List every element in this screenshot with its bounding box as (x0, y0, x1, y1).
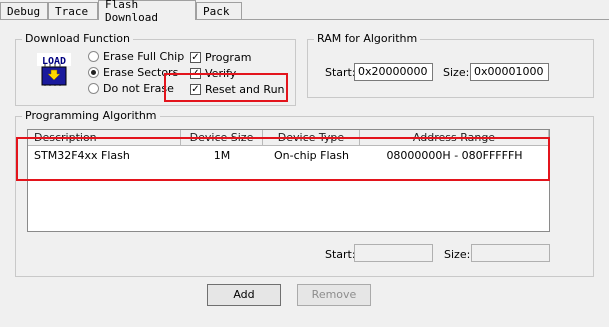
erase-full-chip-label: Erase Full Chip (103, 49, 185, 63)
radio-circle-sectors (88, 66, 99, 78)
ram-size-label: Size: (443, 66, 470, 79)
tab-flash-download-label: Flash Download (105, 0, 158, 24)
erase-full-chip-radio[interactable]: Erase Full Chip (88, 49, 184, 63)
tab-debug[interactable]: Debug (0, 2, 48, 19)
svg-text:LOAD: LOAD (42, 56, 66, 67)
algo-size-label: Size: (444, 248, 471, 261)
tab-trace-label: Trace (55, 4, 89, 18)
highlight-reset-and-run (164, 73, 288, 102)
radio-circle-no-erase (88, 82, 99, 94)
ram-size-input[interactable]: 0x00001000 (470, 63, 549, 81)
highlight-algorithm-row (16, 137, 550, 181)
radio-circle-full-chip (88, 50, 99, 62)
load-chip-icon: LOAD (37, 53, 71, 86)
remove-button[interactable]: Remove (297, 284, 371, 306)
do-not-erase-radio[interactable]: Do not Erase (88, 81, 174, 95)
tab-divider (0, 19, 609, 20)
ram-title: RAM for Algorithm (314, 32, 421, 46)
ram-start-label: Start: (325, 66, 356, 79)
program-check-icon: ✓ (190, 51, 201, 63)
tab-bar: Debug Trace Flash Download Pack (0, 0, 609, 24)
download-function-title: Download Function (22, 32, 133, 46)
add-button[interactable]: Add (207, 284, 281, 306)
algo-start-label: Start: (325, 248, 356, 261)
ram-start-input[interactable]: 0x20000000 (354, 63, 433, 81)
algo-start-input (354, 244, 433, 262)
tab-debug-label: Debug (7, 4, 41, 18)
tab-trace[interactable]: Trace (48, 2, 98, 19)
tab-flash-download[interactable]: Flash Download (98, 0, 196, 24)
tab-pack[interactable]: Pack (196, 2, 242, 19)
program-label: Program (205, 50, 252, 64)
program-checkbox[interactable]: ✓ Program (190, 50, 251, 64)
tab-pack-label: Pack (203, 4, 230, 18)
programming-algorithm-title: Programming Algorithm (22, 109, 160, 123)
algo-size-input (471, 244, 550, 262)
